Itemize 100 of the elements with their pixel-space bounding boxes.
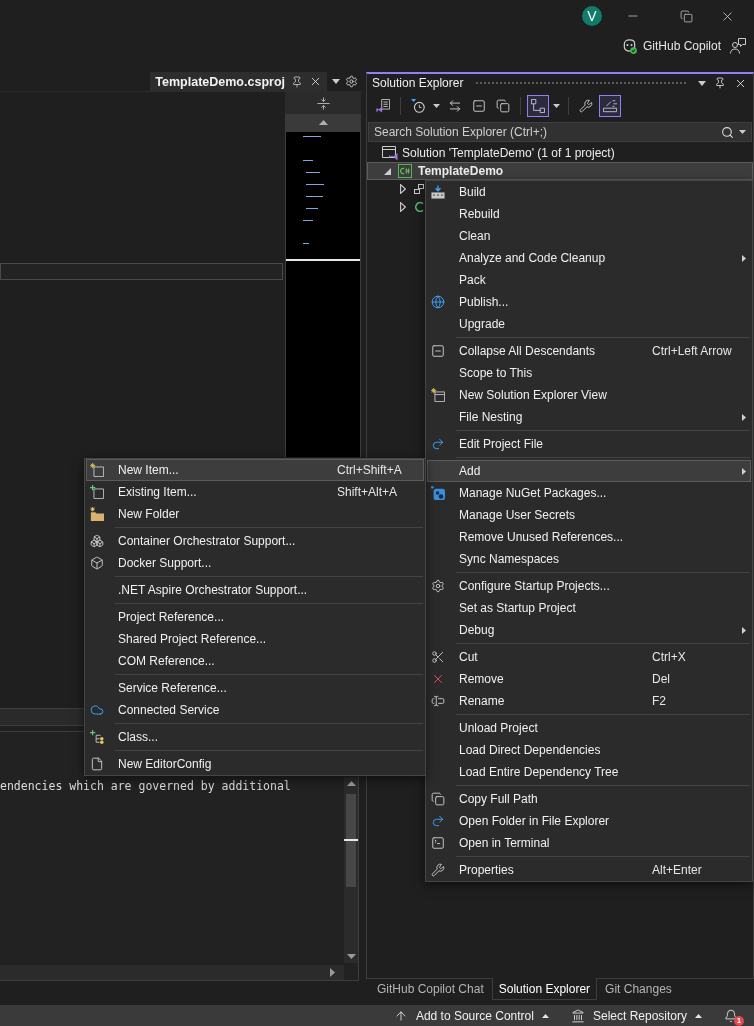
vertical-scrollbar[interactable] bbox=[344, 777, 358, 963]
expander-icon[interactable] bbox=[400, 184, 406, 194]
menu-item[interactable]: New Item... Ctrl+Shift+A bbox=[86, 459, 424, 481]
menu-item[interactable]: Analyze and Code Cleanup bbox=[427, 247, 751, 269]
status-bar-button[interactable]: Add to Source Control bbox=[393, 1005, 549, 1026]
curved-arrow-icon bbox=[431, 437, 445, 451]
menu-item[interactable]: Build bbox=[427, 181, 751, 203]
document-icon bbox=[376, 99, 390, 113]
menu-item[interactable]: Existing Item... Shift+Alt+A bbox=[86, 481, 424, 503]
notification-badge: 1 bbox=[734, 1015, 744, 1026]
bell-icon[interactable] bbox=[724, 1008, 738, 1023]
shortcut-text: Alt+Enter bbox=[652, 863, 702, 877]
shortcut-text: Ctrl+X bbox=[652, 650, 686, 664]
solution-file-icon bbox=[382, 145, 398, 161]
menu-item[interactable]: Remove Del bbox=[427, 668, 751, 690]
menu-item[interactable]: Project Reference... bbox=[86, 606, 424, 628]
menu-item[interactable]: Open in Terminal bbox=[427, 832, 751, 854]
caret-icon[interactable] bbox=[698, 80, 706, 86]
toolbar-button[interactable] bbox=[527, 95, 549, 117]
menu-item[interactable]: Manage NuGet Packages... bbox=[427, 482, 751, 504]
menu-item[interactable]: Load Direct Dependencies bbox=[427, 739, 751, 761]
menu-item[interactable]: Sync Namespaces bbox=[427, 548, 751, 570]
copilot-button[interactable]: GitHub Copilot bbox=[621, 36, 721, 56]
menu-item[interactable]: Manage User Secrets bbox=[427, 504, 751, 526]
settings-icon[interactable] bbox=[345, 75, 358, 88]
split-icon[interactable] bbox=[316, 96, 330, 110]
feedback-icon[interactable] bbox=[730, 38, 746, 54]
menu-item[interactable]: Configure Startup Projects... bbox=[427, 575, 751, 597]
menu-item[interactable]: Cut Ctrl+X bbox=[427, 646, 751, 668]
menu-item[interactable]: Properties Alt+Enter bbox=[427, 859, 751, 881]
box-icon bbox=[90, 556, 104, 570]
close-icon[interactable] bbox=[309, 75, 322, 88]
scroll-right-icon[interactable] bbox=[330, 968, 335, 977]
menu-item[interactable]: Container Orchestrator Support... bbox=[86, 530, 424, 552]
horizontal-scrollbar[interactable] bbox=[0, 965, 344, 980]
menu-item[interactable]: Shared Project Reference... bbox=[86, 628, 424, 650]
caret-icon[interactable] bbox=[739, 130, 746, 134]
menu-item[interactable]: Rename F2 bbox=[427, 690, 751, 712]
menu-item[interactable]: COM Reference... bbox=[86, 650, 424, 672]
panel-tab[interactable]: GitHub Copilot Chat bbox=[370, 978, 491, 1000]
menu-item[interactable]: Scope to This bbox=[427, 362, 751, 384]
menu-item[interactable]: Rebuild bbox=[427, 203, 751, 225]
add-class-icon bbox=[90, 730, 104, 744]
menu-item[interactable]: New EditorConfig bbox=[86, 753, 424, 775]
search-field[interactable]: Search Solution Explorer (Ctrl+;) bbox=[368, 122, 752, 142]
caret-icon[interactable] bbox=[332, 79, 340, 84]
menu-item[interactable]: Edit Project File bbox=[427, 433, 751, 455]
menu-item[interactable]: Open Folder in File Explorer bbox=[427, 810, 751, 832]
collapse-icon bbox=[472, 99, 486, 113]
menu-item[interactable]: Add bbox=[427, 460, 751, 482]
restore-icon[interactable] bbox=[679, 9, 693, 23]
menu-item[interactable]: Docker Support... bbox=[86, 552, 424, 574]
panel-tab[interactable]: Git Changes bbox=[598, 978, 679, 1000]
account-avatar[interactable]: V bbox=[582, 6, 602, 26]
search-icon[interactable] bbox=[721, 125, 734, 139]
menu-item[interactable]: Upgrade bbox=[427, 313, 751, 335]
arrows-icon bbox=[448, 99, 462, 113]
menu-item[interactable]: Load Entire Dependency Tree bbox=[427, 761, 751, 783]
shortcut-text: Del bbox=[652, 672, 670, 686]
menu-item[interactable]: .NET Aspire Orchestrator Support... bbox=[86, 579, 424, 601]
menu-item[interactable]: New Solution Explorer View bbox=[427, 384, 751, 406]
menu-item[interactable]: Class... bbox=[86, 726, 424, 748]
caret-icon bbox=[541, 1013, 549, 1018]
menu-item[interactable]: File Nesting bbox=[427, 406, 751, 428]
panel-tab[interactable]: Solution Explorer bbox=[491, 978, 598, 1000]
scroll-up-icon[interactable] bbox=[346, 781, 356, 786]
editor-tab[interactable]: TemplateDemo.csproj bbox=[150, 72, 327, 91]
menu-item[interactable]: New Folder bbox=[86, 503, 424, 525]
code-project-icon bbox=[398, 164, 412, 178]
menu-item[interactable]: Connected Service bbox=[86, 699, 424, 721]
menu-item[interactable]: Service Reference... bbox=[86, 677, 424, 699]
menu-item[interactable]: Unload Project bbox=[427, 717, 751, 739]
expander-icon[interactable] bbox=[383, 167, 391, 175]
pin-icon[interactable] bbox=[291, 75, 303, 88]
terminal-icon bbox=[431, 836, 445, 850]
menu-item[interactable]: Collapse All Descendants Ctrl+Left Arrow bbox=[427, 340, 751, 362]
scroll-up-icon[interactable] bbox=[318, 120, 328, 125]
new-file-icon bbox=[90, 463, 104, 477]
cross-icon bbox=[431, 672, 445, 686]
menu-item[interactable]: Debug bbox=[427, 619, 751, 641]
globe-icon bbox=[431, 295, 445, 309]
menu-item[interactable]: Publish... bbox=[427, 291, 751, 313]
tree-item[interactable]: TemplateDemo bbox=[367, 162, 753, 180]
pin-icon[interactable] bbox=[714, 77, 726, 89]
menu-item[interactable]: Remove Unused References... bbox=[427, 526, 751, 548]
tree-item[interactable]: Solution 'TemplateDemo' (1 of 1 project) bbox=[367, 144, 620, 162]
submenu-arrow-icon bbox=[742, 467, 746, 475]
expander-icon[interactable] bbox=[400, 202, 406, 212]
menu-item[interactable]: Pack bbox=[427, 269, 751, 291]
submenu-arrow-icon bbox=[742, 413, 746, 421]
gear-icon bbox=[431, 579, 445, 593]
boxes-icon bbox=[90, 534, 104, 548]
scrollbar-thumb[interactable] bbox=[346, 794, 356, 887]
toolbar-button[interactable] bbox=[599, 95, 621, 117]
status-bar-button[interactable]: Select Repository bbox=[570, 1005, 702, 1026]
scroll-down-icon[interactable] bbox=[346, 954, 356, 959]
panel-title: Solution Explorer bbox=[372, 76, 464, 90]
menu-item[interactable]: Copy Full Path bbox=[427, 788, 751, 810]
menu-item[interactable]: Clean bbox=[427, 225, 751, 247]
menu-item[interactable]: Set as Startup Project bbox=[427, 597, 751, 619]
